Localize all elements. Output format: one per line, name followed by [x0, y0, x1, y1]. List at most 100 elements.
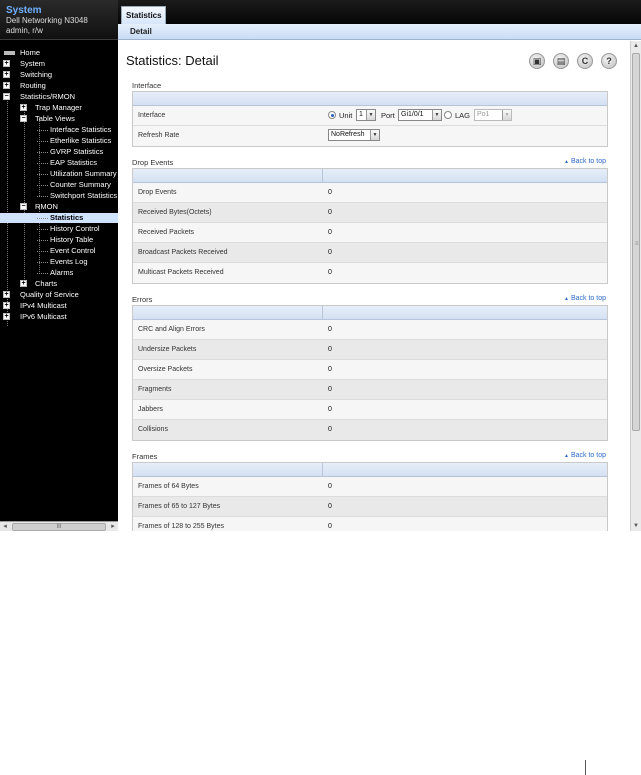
expand-plus-icon[interactable]: + [3, 82, 10, 89]
sidebar-item-charts[interactable]: + Charts [0, 279, 118, 289]
sidebar-item-event-control[interactable]: Event Control [0, 246, 118, 256]
sidebar-item-routing[interactable]: + Routing [0, 81, 118, 91]
sidebar-item-ipv4-multicast[interactable]: + IPv4 Multicast [0, 301, 118, 311]
table-row: Collisions 0 [133, 420, 607, 440]
refresh-rate-value: NoRefresh [331, 131, 365, 138]
expand-plus-icon[interactable]: + [3, 313, 10, 320]
tree-connector [37, 163, 48, 164]
sidebar-item-statistics-rmon[interactable]: − Statistics/RMON [0, 92, 118, 102]
row-value: 0 [328, 209, 332, 216]
row-label: Jabbers [138, 406, 163, 413]
back-to-top-link[interactable]: ▲ Back to top [564, 158, 606, 165]
lag-select[interactable]: Po1 ▼ [474, 109, 512, 121]
sidebar-item-interface-statistics[interactable]: Interface Statistics [0, 125, 118, 135]
interface-panel: Interface Unit 1 ▼ Port Gi1/0/1 ▼ LAG Po… [132, 91, 608, 147]
sidebar-item-switching[interactable]: + Switching [0, 70, 118, 80]
row-label: Oversize Packets [138, 366, 193, 373]
sidebar-item-label: Statistics/RMON [20, 92, 76, 101]
tree-connector [37, 196, 48, 197]
refresh-icon[interactable]: C [577, 53, 593, 69]
sidebar-item-label: Table Views [35, 114, 75, 123]
chevron-down-icon: ▼ [432, 110, 441, 120]
row-value: 0 [328, 406, 332, 413]
sidebar-item-quality-of-service[interactable]: + Quality of Service [0, 290, 118, 300]
unit-label: Unit [339, 111, 353, 120]
sidebar-item-trap-manager[interactable]: + Trap Manager [0, 103, 118, 113]
sidebar-item-gvrp-statistics[interactable]: GVRP Statistics [0, 147, 118, 157]
sidebar-horizontal-scrollbar[interactable]: ◂ III ▸ [0, 521, 118, 531]
sidebar-item-history-control[interactable]: History Control [0, 224, 118, 234]
expand-plus-icon[interactable]: + [3, 291, 10, 298]
drop-events-panel: Drop Events 0 Received Bytes(Octets) 0 Recei… [132, 168, 608, 284]
row-value: 0 [328, 503, 332, 510]
system-header: System Dell Networking N3048 admin, r/w [0, 0, 118, 40]
page-title: Statistics: Detail [126, 53, 219, 68]
sidebar-item-label: Counter Summary [50, 180, 111, 189]
expand-plus-icon[interactable]: + [3, 302, 10, 309]
errors-section-title: Errors [132, 295, 153, 304]
back-to-top-link[interactable]: ▲ Back to top [564, 295, 606, 302]
unit-radio[interactable] [328, 111, 336, 119]
tree-connector [37, 273, 48, 274]
sidebar-item-etherlike-statistics[interactable]: Etherlike Statistics [0, 136, 118, 146]
sidebar-item-label: History Table [50, 235, 94, 244]
collapse-minus-icon[interactable]: − [3, 93, 10, 100]
tree-connector [37, 218, 48, 219]
lag-radio[interactable] [444, 111, 452, 119]
sidebar-item-system[interactable]: + System [0, 59, 118, 69]
row-value: 0 [328, 326, 332, 333]
scroll-up-arrow-icon[interactable]: ▲ [631, 41, 641, 51]
refresh-rate-select[interactable]: NoRefresh ▼ [328, 129, 380, 141]
tab-statistics[interactable]: Statistics [121, 6, 166, 24]
sidebar-item-events-log[interactable]: Events Log [0, 257, 118, 267]
sidebar-item-alarms[interactable]: Alarms [0, 268, 118, 278]
sidebar-item-history-table[interactable]: History Table [0, 235, 118, 245]
help-icon[interactable]: ? [601, 53, 617, 69]
sidebar-item-counter-summary[interactable]: Counter Summary [0, 180, 118, 190]
interface-section-title: Interface [132, 81, 162, 90]
sidebar-item-ipv6-multicast[interactable]: + IPv6 Multicast [0, 312, 118, 322]
collapse-minus-icon[interactable]: − [20, 203, 27, 210]
tab-detail[interactable]: Detail [130, 27, 152, 36]
row-value: 0 [328, 229, 332, 236]
sidebar-item-utilization-summary[interactable]: Utilization Summary [0, 169, 118, 179]
scroll-left-arrow-icon[interactable]: ◂ [0, 522, 10, 532]
table-row: Jabbers 0 [133, 400, 607, 420]
sidebar-item-home[interactable]: Home [0, 48, 118, 58]
port-select[interactable]: Gi1/0/1 ▼ [398, 109, 442, 121]
content-vertical-scrollbar[interactable]: ▲ ≡ ▼ [630, 41, 641, 531]
main-panel: Statistics Detail Statistics: Detail Int… [118, 0, 641, 531]
scroll-right-arrow-icon[interactable]: ▸ [108, 522, 118, 532]
sidebar-item-table-views[interactable]: − Table Views [0, 114, 118, 124]
sidebar-item-eap-statistics[interactable]: EAP Statistics [0, 158, 118, 168]
save-icon[interactable]: ▣ [529, 53, 545, 69]
unit-select[interactable]: 1 ▼ [356, 109, 376, 121]
print-icon[interactable]: ▤ [553, 53, 569, 69]
sidebar-item-switchport-statistics[interactable]: Switchport Statistics [0, 191, 118, 201]
back-to-top-label: Back to top [570, 158, 606, 165]
row-value: 0 [328, 386, 332, 393]
collapse-minus-icon[interactable]: − [20, 115, 27, 122]
scroll-thumb[interactable]: ≡ [632, 53, 640, 431]
sidebar-item-statistics[interactable]: Statistics [0, 213, 118, 223]
expand-plus-icon[interactable]: + [20, 280, 27, 287]
triangle-up-icon: ▲ [564, 453, 569, 459]
row-label: Undersize Packets [138, 346, 197, 353]
sidebar-item-rmon[interactable]: − RMON [0, 202, 118, 212]
drop-events-section-title: Drop Events [132, 158, 174, 167]
triangle-up-icon: ▲ [564, 159, 569, 165]
system-title[interactable]: System [6, 5, 118, 16]
scroll-down-arrow-icon[interactable]: ▼ [631, 521, 641, 531]
back-to-top-link[interactable]: ▲ Back to top [564, 452, 606, 459]
sidebar-item-label: Home [20, 48, 41, 57]
expand-plus-icon[interactable]: + [3, 60, 10, 67]
row-label: Frames of 64 Bytes [138, 483, 199, 490]
expand-plus-icon[interactable]: + [3, 71, 10, 78]
sidebar-item-label: Quality of Service [20, 290, 79, 299]
sidebar-item-label: Statistics [50, 213, 84, 222]
navigation-tree: Home + System + Switching + Routing − Statistics… [0, 40, 118, 520]
expand-plus-icon[interactable]: + [20, 104, 27, 111]
row-value: 0 [328, 366, 332, 373]
row-label: Frames of 128 to 255 Bytes [138, 523, 224, 530]
scroll-thumb[interactable]: III [12, 523, 106, 531]
